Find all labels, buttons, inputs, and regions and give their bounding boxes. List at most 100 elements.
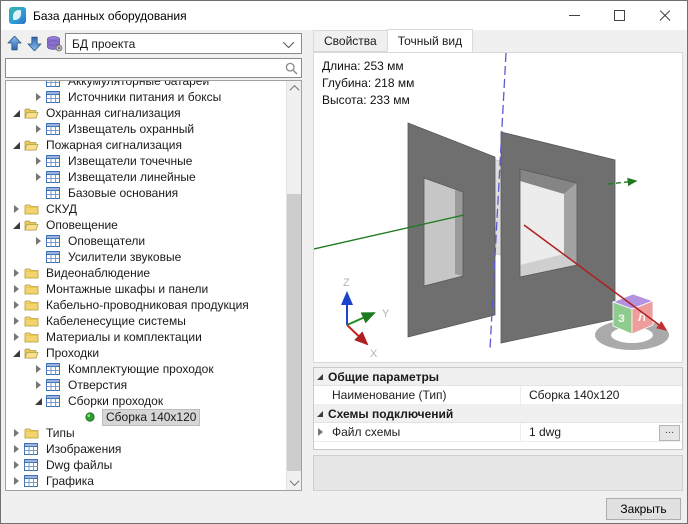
tree-item[interactable]: Аккумуляторные батареи — [6, 80, 286, 89]
tree-expander-icon[interactable] — [32, 377, 46, 393]
tree-expander-icon[interactable] — [10, 345, 24, 361]
search-input[interactable] — [8, 60, 282, 78]
tree-expander-icon[interactable] — [32, 361, 46, 377]
tree-expander-icon[interactable] — [10, 105, 24, 121]
equipment-tree: Аккумуляторные батареиИсточники питания … — [5, 80, 302, 491]
database-selector[interactable]: БД проекта — [65, 33, 302, 54]
component-dot-icon — [84, 411, 96, 423]
tree-expander-icon[interactable] — [10, 217, 24, 233]
tree-expander-icon — [32, 80, 46, 89]
tree-item-label: Извещатель охранный — [65, 122, 197, 137]
property-grid: Общие параметры Наименование (Тип) Сборк… — [313, 367, 683, 450]
tree-item[interactable]: Кабельно-проводниковая продукция — [6, 297, 286, 313]
tree-expander-icon[interactable] — [10, 297, 24, 313]
property-value[interactable]: 1 dwg — [520, 423, 682, 441]
tree-item[interactable]: Кабеленесущие системы — [6, 313, 286, 329]
tree-expander-icon[interactable] — [10, 281, 24, 297]
tree-item[interactable]: Сборки проходок — [6, 393, 286, 409]
tree-expander-icon[interactable] — [10, 329, 24, 345]
tree-expander-icon[interactable] — [10, 201, 24, 217]
tree-expander-icon[interactable] — [32, 169, 46, 185]
search-icon — [285, 62, 298, 75]
tree-item[interactable]: Оповещение — [6, 217, 286, 233]
tree-item[interactable]: Типы — [6, 425, 286, 441]
tree-item-label: Материалы и комплектации — [43, 330, 205, 345]
scrollbar-thumb[interactable] — [287, 194, 301, 471]
maximize-button[interactable] — [597, 1, 642, 30]
tree-item[interactable]: Извещатели точечные — [6, 153, 286, 169]
scroll-down-icon[interactable] — [287, 475, 301, 490]
tree-item[interactable]: СКУД — [6, 201, 286, 217]
table-icon — [46, 123, 60, 135]
tab-properties[interactable]: Свойства — [313, 30, 388, 52]
tree-expander-icon — [32, 249, 46, 265]
tree-item[interactable]: Материалы и комплектации — [6, 329, 286, 345]
tree-expander-icon[interactable] — [32, 393, 46, 409]
axis-triad: Z Y X — [343, 277, 390, 360]
tree-item[interactable]: Монтажные шкафы и панели — [6, 281, 286, 297]
tree-item[interactable]: Базовые основания — [6, 185, 286, 201]
table-icon — [46, 235, 60, 247]
tree-item[interactable]: Видеонаблюдение — [6, 265, 286, 281]
table-icon — [46, 251, 60, 263]
tree-item-label: Кабельно-проводниковая продукция — [43, 298, 252, 313]
property-value[interactable]: Сборка 140x120 — [520, 386, 682, 404]
tree-item[interactable]: Источники питания и боксы — [6, 89, 286, 105]
chevron-down-icon — [283, 36, 294, 47]
table-icon — [46, 80, 60, 87]
folder-open-icon — [24, 107, 39, 119]
database-settings-button[interactable] — [45, 34, 64, 53]
close-icon — [659, 10, 671, 22]
close-button[interactable]: Закрыть — [606, 498, 681, 520]
tree-item[interactable]: Проходки — [6, 345, 286, 361]
tree-scrollbar[interactable] — [286, 81, 301, 490]
tree-expander-icon[interactable] — [10, 137, 24, 153]
tree-expander-icon[interactable] — [32, 153, 46, 169]
tree-expander-icon[interactable] — [10, 457, 24, 473]
equipment-database-window: База данных оборудования БД проекта — [0, 0, 688, 524]
close-window-button[interactable] — [642, 1, 687, 30]
tree-expander-icon — [70, 409, 84, 425]
tree-item[interactable]: Извещатель охранный — [6, 121, 286, 137]
scroll-up-icon[interactable] — [287, 81, 301, 96]
3d-viewport[interactable]: Длина: 253 мм Глубина: 218 мм Высота: 23… — [313, 52, 683, 363]
tree-expander-icon[interactable] — [32, 233, 46, 249]
tree-item[interactable]: Извещатели линейные — [6, 169, 286, 185]
tree-item[interactable]: Усилители звуковые — [6, 249, 286, 265]
dimension-height: Высота: 233 мм — [322, 92, 414, 109]
tree-item[interactable]: Оповещатели — [6, 233, 286, 249]
minimize-button[interactable] — [552, 1, 597, 30]
browse-button[interactable]: … — [659, 425, 680, 441]
tree-expander-icon[interactable] — [10, 425, 24, 441]
move-down-button[interactable] — [25, 34, 44, 53]
tree-item[interactable]: Сборка 140x120 — [6, 409, 286, 425]
table-icon — [24, 443, 38, 455]
table-icon — [46, 171, 60, 183]
tree-item[interactable]: Отверстия — [6, 377, 286, 393]
tree-expander-icon[interactable] — [10, 441, 24, 457]
tree-item[interactable]: Пожарная сигнализация — [6, 137, 286, 153]
group-header-general[interactable]: Общие параметры — [314, 368, 682, 386]
tree-item[interactable]: Изображения — [6, 441, 286, 457]
right-panel-tabs: Свойства Точный вид — [313, 31, 472, 52]
y-axis-label: Y — [382, 308, 390, 320]
tree-item-label: Проходки — [43, 346, 102, 361]
group-header-schemes[interactable]: Схемы подключений — [314, 405, 682, 423]
tree-expander-icon[interactable] — [10, 265, 24, 281]
property-row-name[interactable]: Наименование (Тип) Сборка 140x120 — [314, 386, 682, 405]
tree-expander-icon[interactable] — [32, 89, 46, 105]
tree-item[interactable]: Комплектующие проходок — [6, 361, 286, 377]
app-icon — [9, 7, 26, 24]
tree-item[interactable]: Dwg файлы — [6, 457, 286, 473]
move-up-button[interactable] — [5, 34, 24, 53]
tree-expander-icon[interactable] — [10, 473, 24, 489]
tree-expander-icon[interactable] — [32, 121, 46, 137]
property-row-scheme-file[interactable]: Файл схемы 1 dwg … — [314, 423, 682, 442]
tree-item[interactable]: Графика — [6, 473, 286, 489]
tree-item-label: Пожарная сигнализация — [43, 138, 185, 153]
folder-icon — [24, 427, 39, 439]
tree-item[interactable]: Охранная сигнализация — [6, 105, 286, 121]
tab-exact-view[interactable]: Точный вид — [387, 29, 473, 52]
tree-expander-icon[interactable] — [10, 313, 24, 329]
arrow-down-icon — [27, 36, 42, 51]
